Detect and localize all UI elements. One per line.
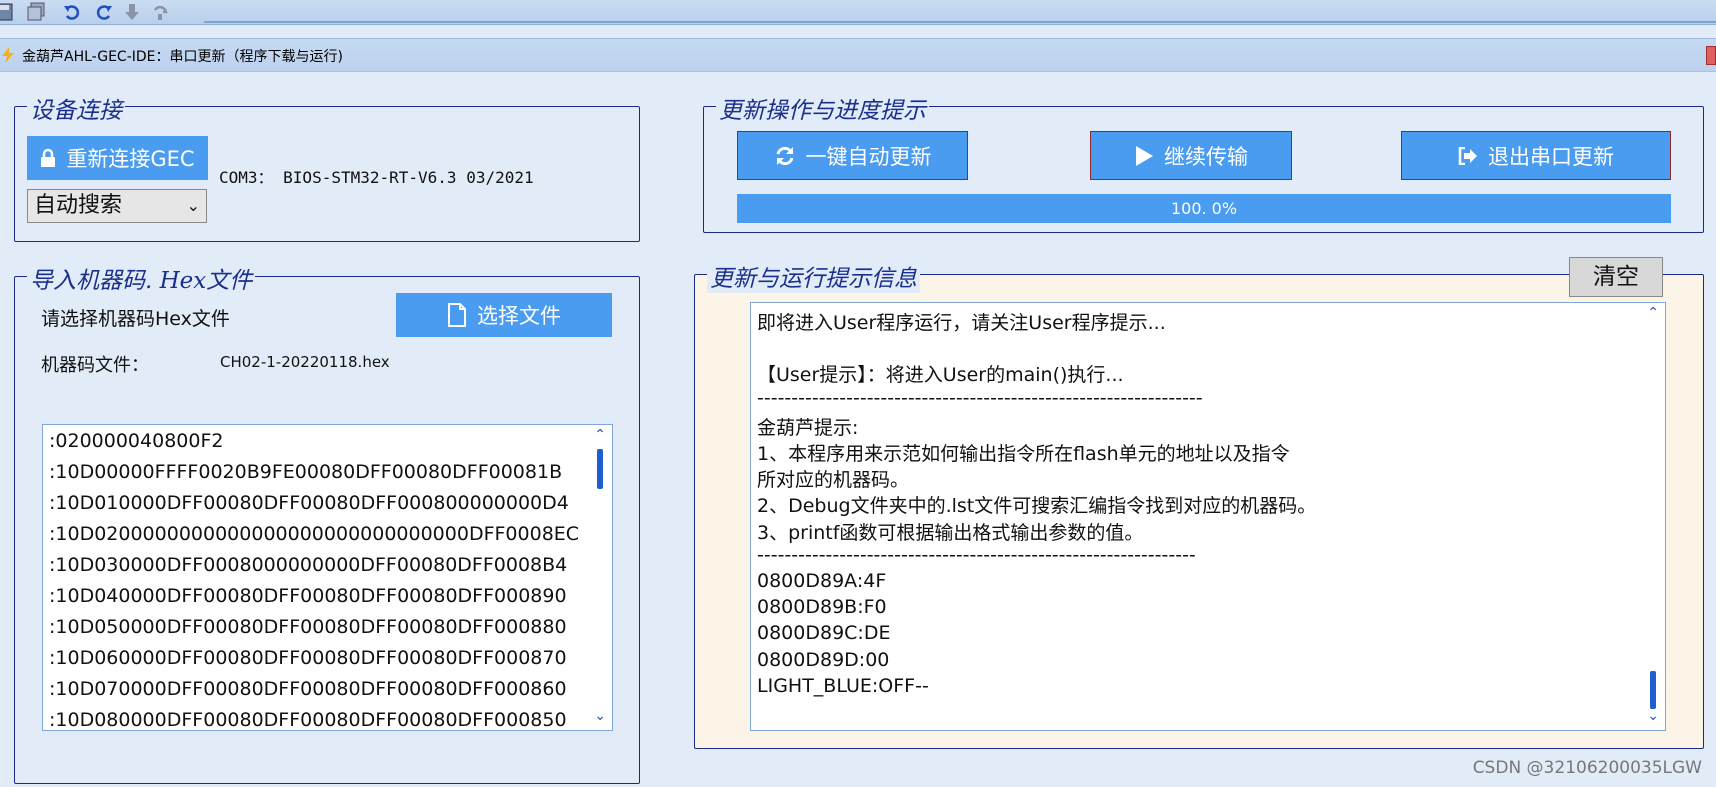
search-mode-value: 自动搜索 [34,193,123,218]
scrollbar-thumb[interactable] [1650,671,1656,709]
hex-line: :10D050000DFF00080DFF00080DFF00080DFF000… [49,616,567,638]
continue-transfer-label: 继续传输 [1164,144,1248,169]
choose-file-button[interactable]: 选择文件 [396,293,612,337]
step-down-icon[interactable] [122,2,142,22]
exit-serial-update-label: 退出串口更新 [1488,144,1614,169]
hex-line: :10D080000DFF00080DFF00080DFF00080DFF000… [49,709,567,731]
port-info: COM3： BIOS-STM32-RT-V6.3 03/2021 [219,168,534,187]
log-line: 0800D89C:DE [757,622,891,645]
continue-transfer-button[interactable]: 继续传输 [1090,131,1292,180]
log-line: ----------------------------------------… [757,543,1196,566]
log-line: ----------------------------------------… [757,386,1203,409]
log-line: 金葫芦提示: [757,416,859,439]
group-title-log: 更新与运行提示信息 [707,259,920,293]
log-line: 所对应的机器码。 [757,469,910,492]
exit-serial-update-button[interactable]: 退出串口更新 [1401,131,1671,180]
hex-content-textbox[interactable]: :020000040800F2 :10D00000FFFF0020B9FE0008… [42,424,613,731]
scroll-up-icon[interactable]: ⌃ [594,427,606,443]
watermark: CSDN @32106200035LGW [1472,758,1702,778]
search-mode-select[interactable]: 自动搜索 ⌄ [27,189,207,223]
scroll-down-icon[interactable]: ⌄ [594,708,606,724]
file-icon [448,303,466,327]
log-line: 2、Debug文件夹中的.lst文件可搜索汇编指令找到对应的机器码。 [757,495,1317,518]
choose-file-label: 选择文件 [477,304,561,328]
play-icon [1136,145,1153,166]
toolbar-divider [204,21,1716,23]
close-icon[interactable] [1706,46,1716,65]
scroll-up-icon[interactable]: ⌃ [1647,305,1659,321]
reconnect-gec-button[interactable]: 重新连接GEC [27,136,208,180]
chevron-down-icon: ⌄ [186,196,200,215]
log-line: 0800D89D:00 [757,648,890,671]
machine-code-file-name: CH02-1-20220118.hex [220,353,390,371]
save-icon[interactable] [0,2,14,22]
refresh-icon [776,146,793,165]
title-bar: 金葫芦AHL-GEC-IDE：串口更新（程序下载与运行) [0,38,1716,72]
log-line: 3、printf函数可根据输出格式输出参数的值。 [757,521,1144,544]
scroll-down-icon[interactable]: ⌄ [1647,708,1659,724]
auto-update-label: 一键自动更新 [805,144,932,169]
log-line: 1、本程序用来示范如何输出指令所在flash单元的地址以及指令 [757,443,1290,465]
group-title-update: 更新操作与进度提示 [716,91,929,125]
toolbar [0,0,1716,25]
group-title-device: 设备连接 [27,91,125,125]
step-back-icon[interactable] [150,2,170,22]
hex-line: :10D060000DFF00080DFF00080DFF00080DFF000… [49,647,567,669]
hex-line: :10D00000FFFF0020B9FE00080DFF00080DFF000… [49,461,563,483]
save-all-icon[interactable] [26,2,46,22]
progress-text: 100. 0% [1170,199,1238,218]
log-line: LIGHT_BLUE:OFF-- [757,674,929,697]
hex-line: :10D070000DFF00080DFF00080DFF00080DFF000… [49,678,567,700]
auto-update-button[interactable]: 一键自动更新 [737,131,968,180]
hex-prompt: 请选择机器码Hex文件 [41,308,230,330]
log-line: 【User提示】：将进入User的main()执行... [757,364,1124,387]
sign-out-icon [1458,146,1477,165]
lock-icon [41,148,56,167]
scrollbar-thumb[interactable] [597,449,603,489]
hex-line: :10D040000DFF00080DFF00080DFF00080DFF000… [49,585,567,607]
app-bolt-icon [2,47,14,63]
hex-line: :10D0200000000000000000000000000000DFF00… [49,523,580,545]
hex-line: :10D010000DFF00080DFF00080DFF00080000000… [49,492,569,514]
hex-line: :10D030000DFF0008000000000DFF00080DFF000… [49,554,568,576]
log-line: 0800D89A:4F [757,570,887,592]
update-progress-bar: 100. 0% [737,194,1671,223]
group-title-hex: 导入机器码. Hex文件 [27,261,256,295]
machine-code-file-label: 机器码文件： [41,355,149,376]
clear-button[interactable]: 清空 [1569,257,1663,297]
window-title: 金葫芦AHL-GEC-IDE：串口更新（程序下载与运行) [22,49,343,65]
log-textbox[interactable]: 即将进入User程序运行，请关注User程序提示... 【User提示】：将进入U… [750,302,1666,731]
log-line: 0800D89B:F0 [757,596,887,619]
hex-line: :020000040800F2 [49,430,224,452]
undo-icon[interactable] [62,2,82,22]
reconnect-gec-label: 重新连接GEC [66,147,195,171]
log-line: 即将进入User程序运行，请关注User程序提示... [757,312,1166,334]
redo-icon[interactable] [94,2,114,22]
